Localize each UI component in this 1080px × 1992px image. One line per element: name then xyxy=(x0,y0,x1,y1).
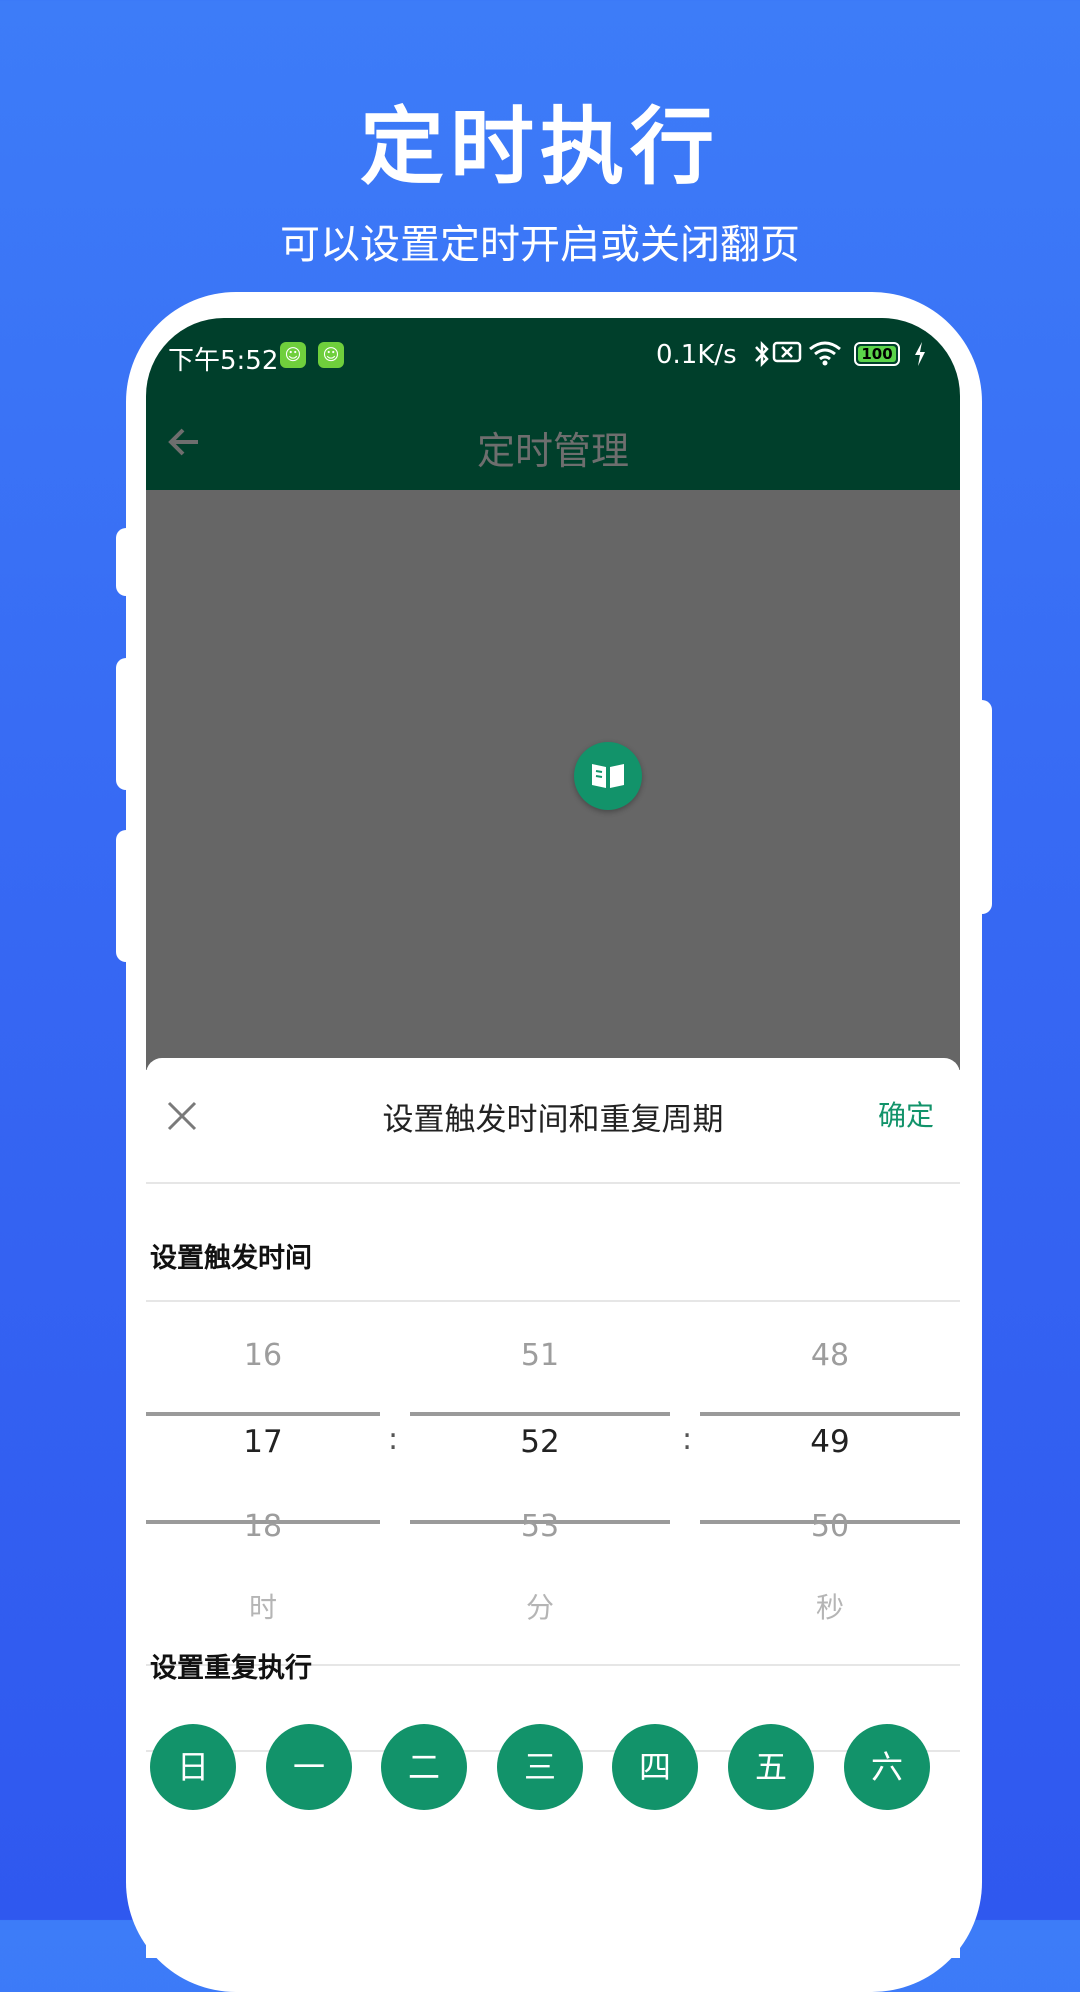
picker-prev-value: 51 xyxy=(520,1338,560,1373)
phone-side-button xyxy=(116,528,140,596)
day-button-fri[interactable]: 五 xyxy=(728,1724,814,1810)
second-unit-label: 秒 xyxy=(815,1591,844,1624)
day-button-wed[interactable]: 三 xyxy=(497,1724,583,1810)
phone-side-button xyxy=(116,830,140,962)
picker-line xyxy=(146,1412,380,1416)
battery-level: 100 xyxy=(858,346,896,362)
bluetooth-icon xyxy=(752,340,772,374)
picker-prev-value: 48 xyxy=(810,1338,850,1373)
divider xyxy=(146,1182,960,1184)
picker-selected-value: 49 xyxy=(810,1424,850,1460)
promo-subtitle: 可以设置定时开启或关闭翻页 xyxy=(280,222,800,268)
picker-line xyxy=(410,1412,670,1416)
phone-side-button xyxy=(116,658,140,790)
day-button-sat[interactable]: 六 xyxy=(844,1724,930,1810)
page-title: 定时管理 xyxy=(476,429,629,473)
charging-icon xyxy=(912,340,928,374)
trigger-time-label: 设置触发时间 xyxy=(150,1243,312,1274)
day-button-sun[interactable]: 日 xyxy=(150,1724,236,1810)
repeat-label: 设置重复执行 xyxy=(150,1653,312,1684)
second-picker[interactable]: 48 49 50 xyxy=(700,1308,960,1608)
app-badge-icon: ☺ xyxy=(318,342,344,368)
book-icon[interactable] xyxy=(574,742,642,810)
divider xyxy=(146,1300,960,1302)
confirm-button[interactable]: 确定 xyxy=(878,1094,934,1134)
battery-icon: 100 xyxy=(854,342,900,366)
picker-prev-value: 16 xyxy=(243,1338,283,1373)
picker-line xyxy=(700,1412,960,1416)
status-bar: 下午5:52 ☺ ☺ 0.1K/s 100 xyxy=(146,318,960,394)
sheet-title: 设置触发时间和重复周期 xyxy=(382,1102,724,1138)
wifi-icon xyxy=(808,340,842,372)
day-button-mon[interactable]: 一 xyxy=(266,1724,352,1810)
hour-unit-label: 时 xyxy=(248,1591,277,1624)
phone-side-button xyxy=(968,700,992,914)
app-badge-icon: ☺ xyxy=(280,342,306,368)
day-button-tue[interactable]: 二 xyxy=(381,1724,467,1810)
network-speed: 0.1K/s xyxy=(656,340,737,370)
phone-screen: 下午5:52 ☺ ☺ 0.1K/s 100 定时管理 设置触发时间和重复周期 确… xyxy=(146,318,960,1958)
picker-selected-value: 17 xyxy=(243,1424,283,1460)
no-sim-icon xyxy=(772,340,802,370)
time-separator: : xyxy=(388,1422,399,1457)
modal-overlay[interactable] xyxy=(146,490,960,1070)
minute-unit-label: 分 xyxy=(525,1591,554,1624)
app-bar: 定时管理 xyxy=(146,394,960,490)
promo-title: 定时执行 xyxy=(359,98,720,196)
minute-picker[interactable]: 51 52 53 xyxy=(410,1308,670,1608)
hour-picker[interactable]: 16 17 18 xyxy=(146,1308,380,1608)
picker-next-value: 53 xyxy=(520,1509,560,1544)
time-separator: : xyxy=(682,1422,693,1457)
day-button-thu[interactable]: 四 xyxy=(612,1724,698,1810)
picker-next-value: 18 xyxy=(243,1509,283,1544)
status-time: 下午5:52 xyxy=(168,346,279,376)
picker-next-value: 50 xyxy=(810,1509,850,1544)
bottom-sheet: 设置触发时间和重复周期 确定 设置触发时间 16 17 18 时 : 51 52… xyxy=(146,1058,960,1958)
picker-selected-value: 52 xyxy=(520,1424,560,1460)
